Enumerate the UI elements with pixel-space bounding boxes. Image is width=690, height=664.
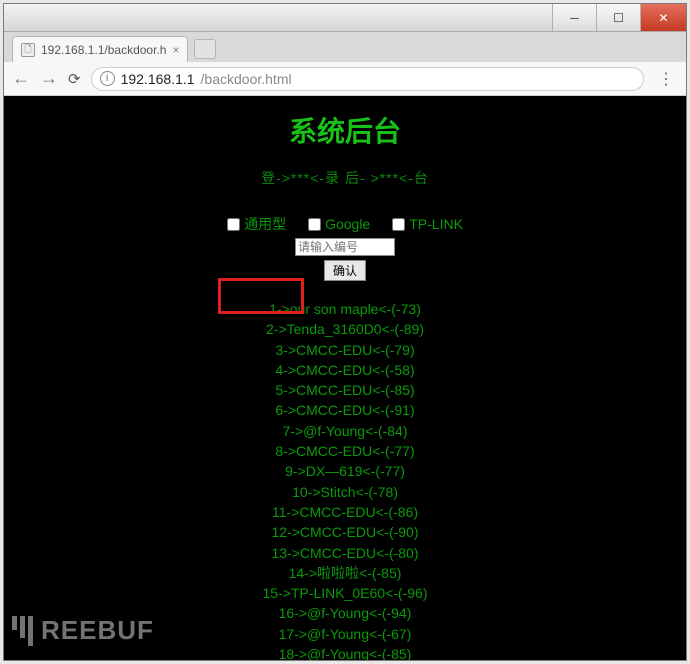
option-generic[interactable]: 通用型 xyxy=(227,214,286,234)
option-google-label: Google xyxy=(325,216,370,232)
browser-tab[interactable]: 🗋 192.168.1.1/backdoor.h × xyxy=(12,36,188,62)
option-generic-checkbox[interactable] xyxy=(227,218,240,231)
wifi-list-item: 11->CMCC-EDU<-(-86) xyxy=(4,502,686,522)
window-close-button[interactable]: ✕ xyxy=(640,4,686,31)
browser-menu-icon[interactable]: ⋮ xyxy=(654,69,678,89)
option-tplink[interactable]: TP-LINK xyxy=(392,216,463,232)
wifi-list-item: 9->DX—619<-(-77) xyxy=(4,461,686,481)
option-tplink-label: TP-LINK xyxy=(409,216,463,232)
wifi-list-item: 2->Tenda_3160D0<-(-89) xyxy=(4,319,686,339)
browser-toolbar: ← → ⟳ i 192.168.1.1/backdoor.html ⋮ xyxy=(4,62,686,96)
wifi-list-item: 1->our son maple<-(-73) xyxy=(4,299,686,319)
page-viewport: 系统后台 登->***<-录 后- >***<-台 通用型 Google TP-… xyxy=(4,96,686,660)
page-title: 系统后台 xyxy=(4,110,686,150)
site-info-icon[interactable]: i xyxy=(100,71,115,86)
nav-forward-icon[interactable]: → xyxy=(40,68,58,89)
wifi-list-item: 6->CMCC-EDU<-(-91) xyxy=(4,400,686,420)
wifi-list-item: 7->@f-Young<-(-84) xyxy=(4,421,686,441)
options-row: 通用型 Google TP-LINK xyxy=(4,214,686,234)
wifi-list: 1->our son maple<-(-73)2->Tenda_3160D0<-… xyxy=(4,299,686,660)
input-row xyxy=(4,238,686,256)
tab-title: 192.168.1.1/backdoor.h xyxy=(41,43,166,57)
browser-window: ─ ☐ ✕ 🗋 192.168.1.1/backdoor.h × ← → ⟳ i… xyxy=(3,3,687,661)
option-generic-label: 通用型 xyxy=(244,214,286,234)
reload-icon[interactable]: ⟳ xyxy=(68,70,81,88)
confirm-row: 确认 xyxy=(4,256,686,281)
window-maximize-button[interactable]: ☐ xyxy=(596,4,640,31)
wifi-list-item: 17->@f-Young<-(-67) xyxy=(4,624,686,644)
new-tab-button[interactable] xyxy=(194,39,216,59)
wifi-list-item: 16->@f-Young<-(-94) xyxy=(4,603,686,623)
wifi-list-item: 5->CMCC-EDU<-(-85) xyxy=(4,380,686,400)
page-subtitle: 登->***<-录 后- >***<-台 xyxy=(4,168,686,188)
wifi-list-item: 8->CMCC-EDU<-(-77) xyxy=(4,441,686,461)
address-bar[interactable]: i 192.168.1.1/backdoor.html xyxy=(91,67,644,91)
wifi-list-item: 3->CMCC-EDU<-(-79) xyxy=(4,340,686,360)
url-path: /backdoor.html xyxy=(201,71,292,87)
wifi-list-item: 12->CMCC-EDU<-(-90) xyxy=(4,522,686,542)
option-tplink-checkbox[interactable] xyxy=(392,218,405,231)
wifi-list-item: 4->CMCC-EDU<-(-58) xyxy=(4,360,686,380)
wifi-list-item: 10->Stitch<-(-78) xyxy=(4,482,686,502)
wifi-list-item: 18->@f-Young<-(-85) xyxy=(4,644,686,660)
window-titlebar: ─ ☐ ✕ xyxy=(4,4,686,32)
tab-close-icon[interactable]: × xyxy=(172,43,179,57)
wifi-list-item: 13->CMCC-EDU<-(-80) xyxy=(4,543,686,563)
nav-back-icon[interactable]: ← xyxy=(12,68,30,89)
page-favicon-icon: 🗋 xyxy=(21,43,35,57)
option-google[interactable]: Google xyxy=(308,216,370,232)
window-minimize-button[interactable]: ─ xyxy=(552,4,596,31)
wifi-list-item: 14->啦啦啦<-(-85) xyxy=(4,563,686,583)
confirm-button[interactable]: 确认 xyxy=(324,260,366,281)
tab-strip: 🗋 192.168.1.1/backdoor.h × xyxy=(4,32,686,62)
url-host: 192.168.1.1 xyxy=(121,71,195,87)
option-google-checkbox[interactable] xyxy=(308,218,321,231)
id-input[interactable] xyxy=(295,238,395,256)
wifi-list-item: 15->TP-LINK_0E60<-(-96) xyxy=(4,583,686,603)
